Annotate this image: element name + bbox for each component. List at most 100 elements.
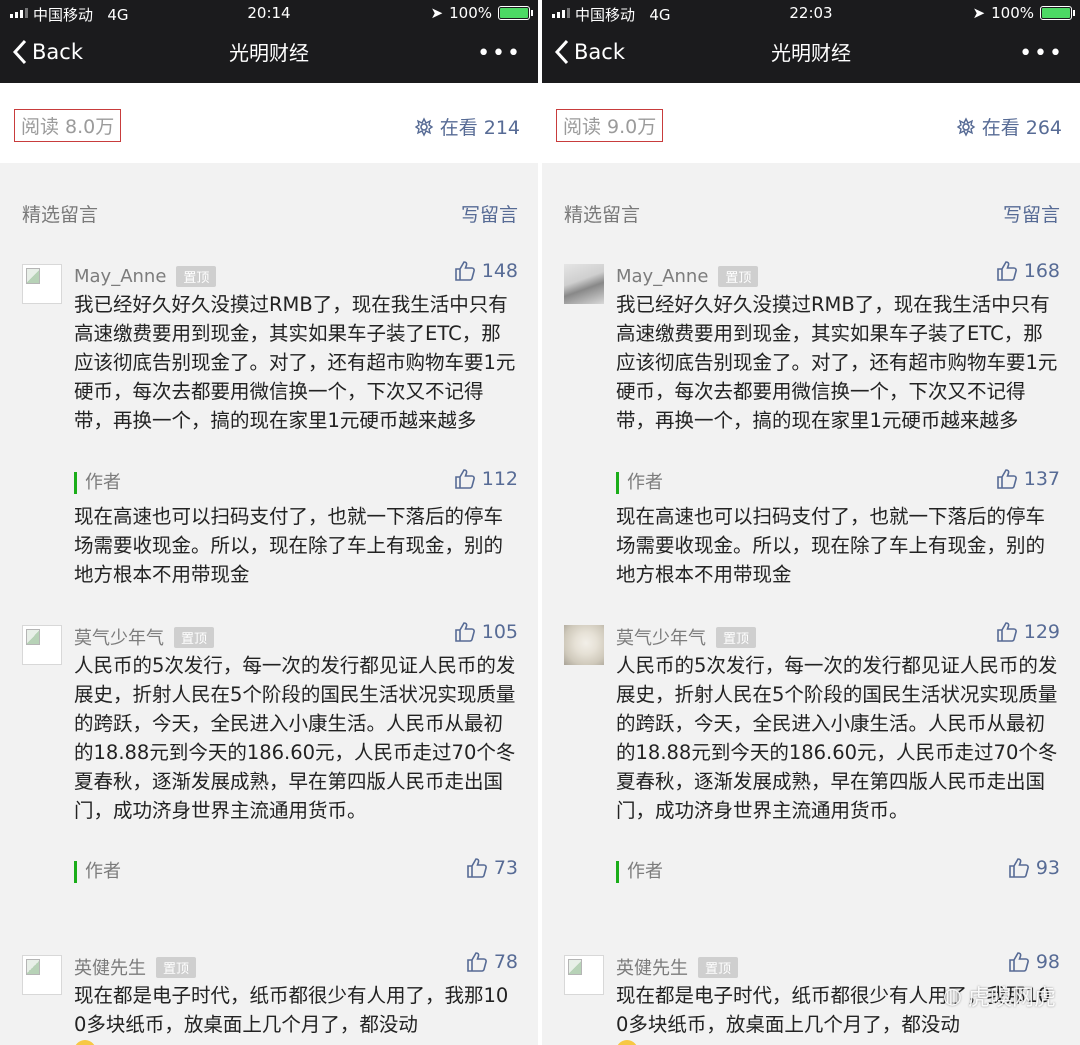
pinned-badge: 置顶: [174, 626, 215, 648]
like-button[interactable]: 73: [466, 857, 518, 879]
comment-text: 人民币的5次发行，每一次的发行都见证人民币的发展史，折射人民在5个阶段的国民生活…: [616, 654, 1058, 822]
page-title: 光明财经: [771, 41, 851, 65]
thumbs-up-icon: [454, 261, 475, 281]
watching-button[interactable]: 在看 264: [956, 113, 1062, 140]
broken-image-icon: [26, 629, 40, 645]
emoji-icon: [616, 1040, 638, 1045]
like-button[interactable]: 98: [1008, 951, 1060, 973]
flower-icon: [956, 116, 975, 137]
broken-image-icon: [26, 268, 40, 284]
thumbs-up-icon: [996, 261, 1017, 281]
write-comment-button[interactable]: 写留言: [1003, 200, 1060, 227]
comments-header: 精选留言 写留言: [22, 200, 518, 227]
like-button[interactable]: 112: [454, 468, 518, 490]
comment-nickname: 莫气少年气: [616, 628, 706, 649]
emoji-icon: [74, 1040, 96, 1045]
read-count: 阅读 8.0万: [14, 109, 122, 142]
comment-text: 人民币的5次发行，每一次的发行都见证人民币的发展史，折射人民在5个阶段的国民生活…: [74, 654, 516, 822]
author-label: 作者: [74, 472, 518, 494]
like-count: 73: [493, 857, 518, 879]
like-count: 129: [1023, 621, 1060, 643]
page-title: 光明财经: [229, 41, 309, 65]
like-button[interactable]: 129: [996, 621, 1060, 643]
avatar: [564, 264, 604, 304]
broken-image-icon: [26, 959, 40, 975]
comment-nickname: 莫气少年气: [74, 628, 164, 649]
reply-text: 现在高速也可以扫码支付了，也就一下落后的停车场需要收现金。所以，现在除了车上有现…: [74, 505, 504, 586]
avatar: [564, 955, 604, 995]
pinned-badge: 置顶: [156, 956, 197, 978]
comment-nickname: 英健先生: [74, 958, 146, 979]
broken-image-icon: [568, 959, 582, 975]
comment-text: 我已经好久好久没摸过RMB了，现在我生活中只有高速缴费要用到现金，其实如果车子装…: [74, 293, 516, 432]
wechat-logo-icon: ◍: [942, 983, 962, 1009]
thumbs-up-icon: [1009, 858, 1029, 878]
thumbs-up-icon: [467, 858, 487, 878]
battery-icon: [498, 6, 533, 20]
featured-comments-label: 精选留言: [22, 204, 99, 226]
featured-comments-label: 精选留言: [564, 204, 641, 226]
reply-text: 现在高速也可以扫码支付了，也就一下落后的停车场需要收现金。所以，现在除了车上有现…: [616, 505, 1046, 586]
flower-icon: [414, 116, 433, 137]
avatar: [22, 955, 62, 995]
thumbs-up-icon: [1009, 952, 1029, 972]
comment-text: 我已经好久好久没摸过RMB了，现在我生活中只有高速缴费要用到现金，其实如果车子装…: [616, 293, 1058, 432]
pinned-badge: 置顶: [718, 265, 759, 287]
watching-count: 在看 264: [981, 117, 1062, 139]
pinned-badge: 置顶: [698, 956, 739, 978]
thumbs-up-icon: [996, 469, 1017, 489]
like-count: 98: [1035, 951, 1060, 973]
comment-nickname: May_Anne: [616, 265, 709, 287]
like-count: 112: [481, 468, 518, 490]
author-label: 作者: [616, 861, 1060, 883]
comments-header: 精选留言 写留言: [564, 200, 1060, 227]
location-icon: ➤: [972, 4, 986, 22]
like-button[interactable]: 93: [1008, 857, 1060, 879]
write-comment-button[interactable]: 写留言: [461, 200, 518, 227]
more-icon[interactable]: •••: [477, 41, 522, 66]
author-label: 作者: [616, 472, 1060, 494]
watermark-text: 虎嗅网虎: [967, 986, 1056, 1011]
battery-percent: 100%: [991, 4, 1034, 22]
author-reply: 作者 93: [616, 857, 1060, 883]
avatar: [22, 625, 62, 665]
author-label: 作者: [74, 861, 518, 883]
more-icon[interactable]: •••: [1019, 41, 1064, 66]
thumbs-up-icon: [467, 952, 487, 972]
screenshot-left: 中国移动 4G 20:14 ➤ 100% Back 光明财经 ••• 阅读 8.0…: [0, 0, 538, 1045]
like-button[interactable]: 148: [454, 260, 518, 282]
comment-nickname: 英健先生: [616, 958, 688, 979]
pinned-badge: 置顶: [176, 265, 217, 287]
comment-text: 现在都是电子时代，纸币都很少有人用了，我那100多块纸币，放桌面上几个月了，都没…: [74, 984, 509, 1036]
screenshot-right: 中国移动 4G 22:03 ➤ 100% Back 光明财经 ••• 阅读 9.0…: [542, 0, 1080, 1045]
like-count: 93: [1035, 857, 1060, 879]
author-reply: 作者 112 现在高速也可以扫码支付了，也就一下落后的停车场需要收现金。所以，现…: [74, 468, 518, 589]
thumbs-up-icon: [454, 622, 475, 642]
watching-count: 在看 214: [439, 117, 520, 139]
watermark: ◍ 虎嗅网虎: [943, 980, 1056, 1012]
author-reply: 作者 137 现在高速也可以扫码支付了，也就一下落后的停车场需要收现金。所以，现…: [616, 468, 1060, 589]
like-button[interactable]: 105: [454, 621, 518, 643]
author-reply: 作者 73: [74, 857, 518, 883]
like-count: 78: [493, 951, 518, 973]
nav-bar: Back 光明财经 •••: [0, 27, 538, 83]
status-bar: 中国移动 4G 20:14 ➤ 100%: [0, 0, 538, 27]
article-stats: 阅读 8.0万 在看 214: [0, 83, 538, 163]
like-count: 105: [481, 621, 518, 643]
watching-button[interactable]: 在看 214: [414, 113, 520, 140]
article-stats: 阅读 9.0万 在看 264: [542, 83, 1080, 163]
thumbs-up-icon: [454, 469, 475, 489]
status-bar: 中国移动 4G 22:03 ➤ 100%: [542, 0, 1080, 27]
avatar: [564, 625, 604, 665]
like-count: 168: [1023, 260, 1060, 282]
like-button[interactable]: 137: [996, 468, 1060, 490]
battery-percent: 100%: [449, 4, 492, 22]
location-icon: ➤: [430, 4, 444, 22]
thumbs-up-icon: [996, 622, 1017, 642]
avatar: [22, 264, 62, 304]
read-count: 阅读 9.0万: [556, 109, 664, 142]
battery-icon: [1040, 6, 1075, 20]
nav-bar: Back 光明财经 •••: [542, 27, 1080, 83]
like-button[interactable]: 78: [466, 951, 518, 973]
like-button[interactable]: 168: [996, 260, 1060, 282]
